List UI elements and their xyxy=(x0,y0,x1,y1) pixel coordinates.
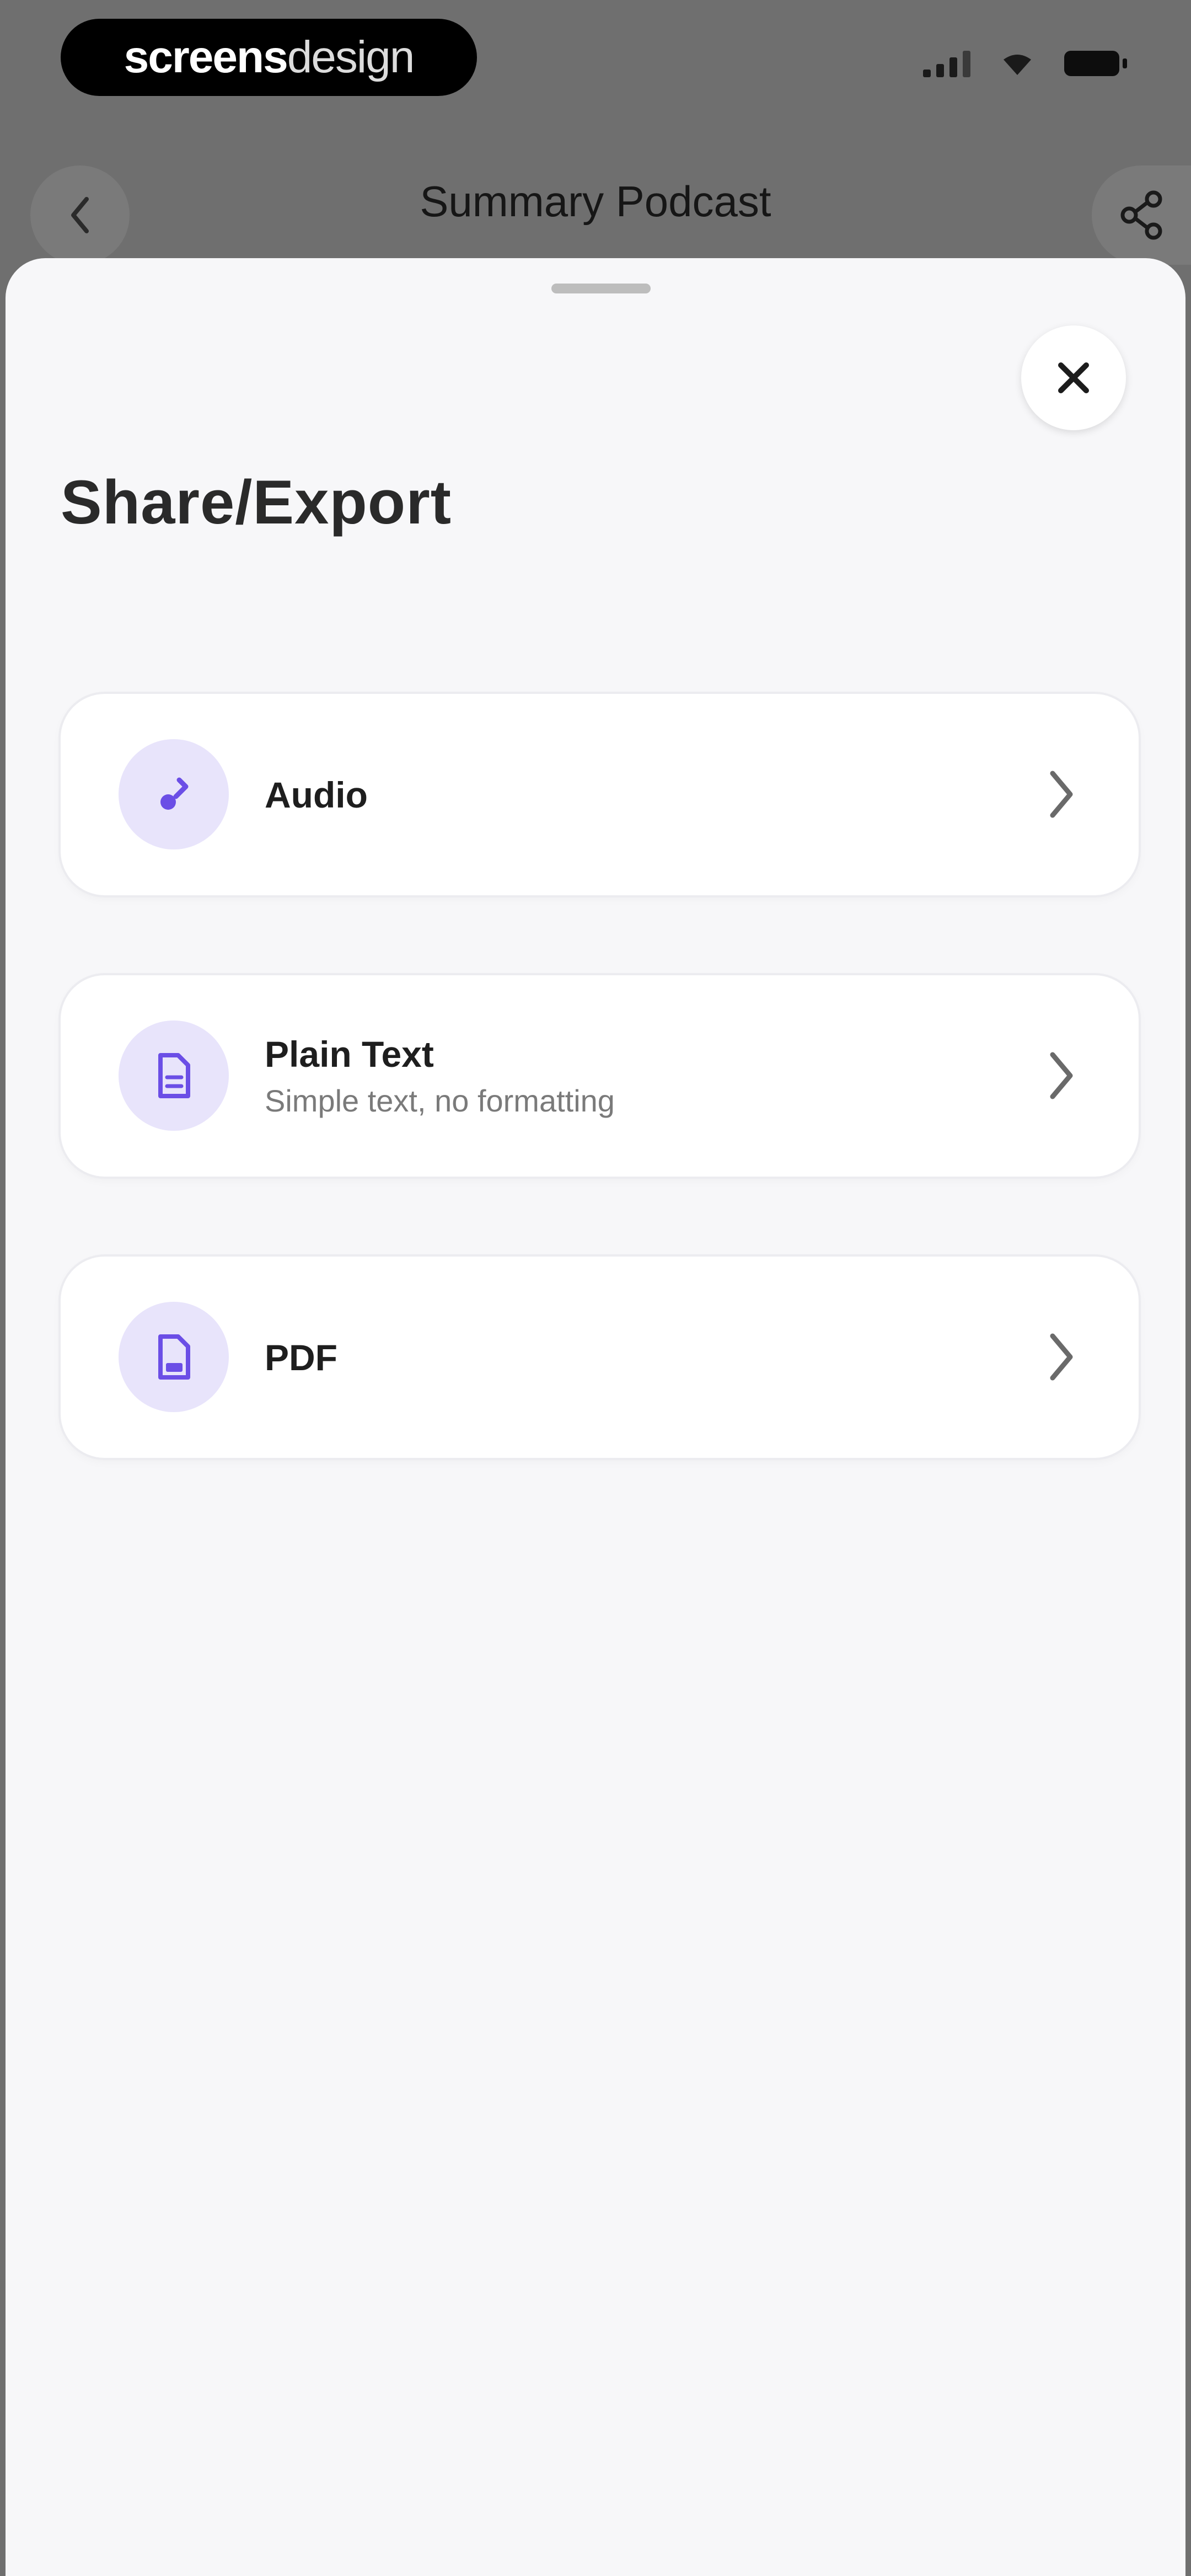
share-icon xyxy=(1120,190,1162,240)
text-document-icon xyxy=(158,1053,190,1098)
music-note-icon xyxy=(160,777,189,810)
option-text: Plain Text Simple text, no formatting xyxy=(265,975,615,1177)
option-icon-badge xyxy=(119,1302,229,1412)
status-bar: screens design xyxy=(0,0,1191,127)
option-text: Audio xyxy=(265,694,368,895)
brand-logo-bold: screens xyxy=(124,32,288,82)
option-title: PDF xyxy=(265,1337,337,1378)
export-options-list: Audio Plain Text Simple text, no formatt… xyxy=(61,694,1139,1538)
option-text: PDF xyxy=(265,1257,337,1458)
share-export-sheet: Share/Export Audio Plain Text Simple tex… xyxy=(6,258,1185,2576)
brand-logo-light: design xyxy=(287,32,415,82)
option-subtitle: Simple text, no formatting xyxy=(265,1083,615,1118)
sheet-title: Share/Export xyxy=(61,468,452,537)
wifi-icon xyxy=(1004,55,1031,75)
chevron-right-icon xyxy=(1045,767,1078,822)
chevron-right-icon xyxy=(1045,1048,1078,1103)
chevron-right-icon xyxy=(1045,1329,1078,1385)
option-icon-badge xyxy=(119,739,229,849)
export-option-audio[interactable]: Audio xyxy=(61,694,1139,895)
battery-icon xyxy=(1064,51,1127,76)
share-button[interactable] xyxy=(1092,165,1191,265)
export-option-plain-text[interactable]: Plain Text Simple text, no formatting xyxy=(61,975,1139,1177)
option-icon-badge xyxy=(119,1020,229,1131)
background-nav-bar: Summary Podcast xyxy=(0,154,1191,265)
close-icon xyxy=(1058,362,1089,393)
status-icons xyxy=(923,50,1127,77)
export-option-pdf[interactable]: PDF xyxy=(61,1257,1139,1458)
option-title: Audio xyxy=(265,774,368,815)
brand-logo: screens design xyxy=(61,19,477,96)
pdf-document-icon xyxy=(158,1334,190,1380)
background-page-title: Summary Podcast xyxy=(420,177,771,226)
sheet-grabber[interactable] xyxy=(551,284,651,293)
cellular-signal-icon xyxy=(923,50,970,77)
close-button[interactable] xyxy=(1021,325,1126,430)
option-title: Plain Text xyxy=(265,1034,434,1075)
